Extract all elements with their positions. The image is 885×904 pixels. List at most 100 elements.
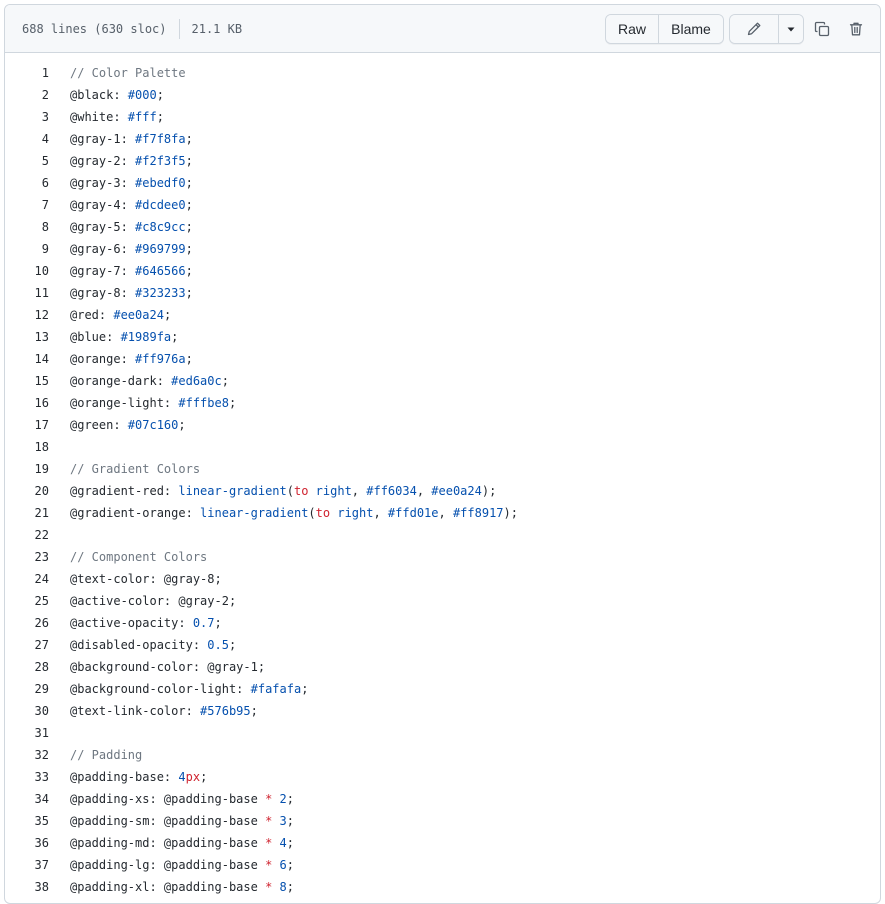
line-number[interactable]: 7: [5, 198, 70, 212]
code-token: ;: [171, 330, 179, 344]
code-token: ,: [416, 484, 432, 498]
code-token: ;: [200, 770, 208, 784]
line-number[interactable]: 3: [5, 110, 70, 124]
line-content: @green: #07c160;: [70, 418, 186, 432]
line-number[interactable]: 20: [5, 484, 70, 498]
code-token: #646566: [135, 264, 186, 278]
code-token: #969799: [135, 242, 186, 256]
code-token: 2: [279, 792, 287, 806]
code-token: // Component Colors: [70, 550, 208, 564]
line-number[interactable]: 9: [5, 242, 70, 256]
line-content: @gray-3: #ebedf0;: [70, 176, 193, 190]
line-number[interactable]: 35: [5, 814, 70, 828]
line-number[interactable]: 14: [5, 352, 70, 366]
line-number[interactable]: 23: [5, 550, 70, 564]
code-line: 22: [5, 524, 880, 546]
line-content: // Color Palette: [70, 66, 186, 80]
line-number[interactable]: 30: [5, 704, 70, 718]
line-number[interactable]: 5: [5, 154, 70, 168]
line-number[interactable]: 19: [5, 462, 70, 476]
copy-icon: [814, 21, 830, 37]
code-line: 5 @gray-2: #f2f3f5;: [5, 150, 880, 172]
line-number[interactable]: 10: [5, 264, 70, 278]
line-number[interactable]: 16: [5, 396, 70, 410]
line-number[interactable]: 38: [5, 880, 70, 894]
copy-button[interactable]: [806, 13, 838, 45]
code-token: ;: [250, 704, 258, 718]
code-line: 4 @gray-1: #f7f8fa;: [5, 128, 880, 150]
code-token: #07c160: [127, 418, 179, 432]
file-header: 688 lines (630 sloc) 21.1 KB Raw Blame: [5, 5, 880, 53]
code-token: ;: [185, 264, 193, 278]
raw-button[interactable]: Raw: [606, 14, 658, 43]
code-token: linear-gradient: [200, 506, 309, 520]
code-token: ;: [228, 396, 237, 410]
line-number[interactable]: 17: [5, 418, 70, 432]
line-number[interactable]: 13: [5, 330, 70, 344]
more-edit-options-button[interactable]: [778, 14, 803, 43]
line-number[interactable]: 6: [5, 176, 70, 190]
line-content: @padding-base: 4px;: [70, 770, 207, 784]
code-token: @padding-sm: @padding-base: [70, 814, 266, 828]
line-number[interactable]: 1: [5, 66, 70, 80]
code-line: 26 @active-opacity: 0.7;: [5, 612, 880, 634]
line-number[interactable]: 18: [5, 440, 70, 454]
code-line: 35 @padding-sm: @padding-base * 3;: [5, 810, 880, 832]
file-size: 21.1 KB: [191, 21, 243, 36]
line-number[interactable]: 32: [5, 748, 70, 762]
code-token: @background-color: @gray-1;: [70, 660, 266, 674]
line-number[interactable]: 25: [5, 594, 70, 608]
line-number[interactable]: 36: [5, 836, 70, 850]
code-token: ;: [286, 814, 295, 828]
delete-button[interactable]: [840, 13, 872, 45]
blame-button[interactable]: Blame: [658, 14, 723, 43]
code-token: to: [293, 484, 309, 498]
line-number[interactable]: 11: [5, 286, 70, 300]
code-token: ;: [301, 682, 309, 696]
line-number[interactable]: 26: [5, 616, 70, 630]
line-number[interactable]: 22: [5, 528, 70, 542]
line-number[interactable]: 31: [5, 726, 70, 740]
line-number[interactable]: 24: [5, 572, 70, 586]
code-token: @orange-light:: [70, 396, 179, 410]
line-content: @padding-xl: @padding-base * 8;: [70, 880, 294, 894]
line-number[interactable]: 4: [5, 132, 70, 146]
triangle-down-icon: [786, 24, 796, 34]
code-line: 33 @padding-base: 4px;: [5, 766, 880, 788]
line-number[interactable]: 37: [5, 858, 70, 872]
edit-button[interactable]: [730, 14, 778, 43]
line-content: @padding-md: @padding-base * 4;: [70, 836, 294, 850]
code-token: linear-gradient: [178, 484, 287, 498]
line-number[interactable]: 8: [5, 220, 70, 234]
line-content: @background-color-light: #fafafa;: [70, 682, 308, 696]
line-number[interactable]: 27: [5, 638, 70, 652]
line-content: @orange-light: #fffbe8;: [70, 396, 236, 410]
code-token: ;: [214, 616, 222, 630]
code-token: ;: [185, 352, 193, 366]
code-token: );: [503, 506, 518, 520]
line-number[interactable]: 34: [5, 792, 70, 806]
code-token: @active-color: @gray-2;: [70, 594, 237, 608]
line-number[interactable]: 33: [5, 770, 70, 784]
line-number[interactable]: 21: [5, 506, 70, 520]
line-number[interactable]: 29: [5, 682, 70, 696]
code-token: #ffd01e: [387, 506, 439, 520]
code-line: 12 @red: #ee0a24;: [5, 304, 880, 326]
code-token: 8: [279, 880, 287, 894]
line-number[interactable]: 2: [5, 88, 70, 102]
code-line: 23// Component Colors: [5, 546, 880, 568]
code-token: @gradient-red:: [70, 484, 179, 498]
code-token: (: [308, 506, 316, 520]
code-token: // Color Palette: [70, 66, 186, 80]
line-number[interactable]: 12: [5, 308, 70, 322]
line-number[interactable]: 28: [5, 660, 70, 674]
code-line: 15 @orange-dark: #ed6a0c;: [5, 370, 880, 392]
file-info: 688 lines (630 sloc) 21.1 KB: [22, 18, 243, 39]
line-number[interactable]: 15: [5, 374, 70, 388]
line-content: @background-color: @gray-1;: [70, 660, 265, 674]
line-content: @blue: #1989fa;: [70, 330, 178, 344]
line-content: @gradient-red: linear-gradient(to right,…: [70, 484, 496, 498]
code-token: 0.5: [207, 638, 229, 652]
